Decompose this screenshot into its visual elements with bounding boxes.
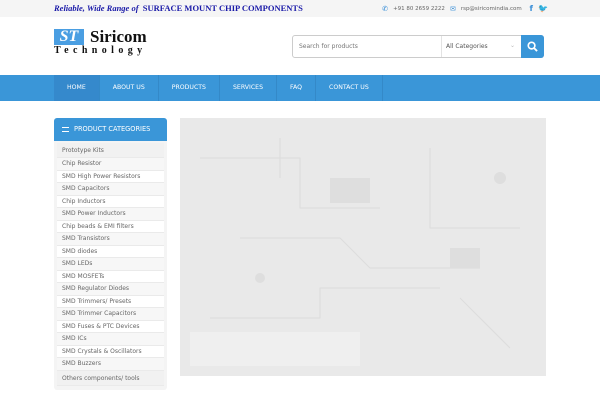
list-icon: [62, 126, 69, 132]
logo[interactable]: ST Siricom Technology: [54, 27, 154, 61]
product-categories: PRODUCT CATEGORIES Prototype Kits Chip Re…: [54, 118, 167, 390]
category-item[interactable]: SMD High Power Resistors: [57, 170, 164, 183]
nav-products[interactable]: PRODUCTS: [159, 75, 220, 101]
search-bar: All Categories⌄: [292, 35, 544, 58]
search-input[interactable]: [293, 36, 441, 57]
chevron-down-icon: ⌄: [509, 42, 515, 49]
category-item[interactable]: SMD Crystals & Oscillators: [57, 345, 164, 358]
category-item[interactable]: Prototype Kits: [57, 143, 164, 158]
category-item[interactable]: SMD Trimmer Capacitors: [57, 308, 164, 321]
category-item[interactable]: Chip Resistor: [57, 158, 164, 171]
category-item[interactable]: Chip Inductors: [57, 195, 164, 208]
category-item[interactable]: SMD Buzzers: [57, 358, 164, 371]
category-select[interactable]: All Categories ⌄: [441, 36, 521, 57]
contact-info: ✆ +91 80 2659 2222 ✉ rsp@siricomindia.com …: [382, 4, 548, 13]
main-nav: HOME ABOUT US PRODUCTS SERVICES FAQ CONT…: [0, 75, 600, 101]
category-item[interactable]: SMD diodes: [57, 245, 164, 258]
category-item[interactable]: SMD MOSFETs: [57, 270, 164, 283]
search-button[interactable]: [521, 35, 544, 58]
nav-about[interactable]: ABOUT US: [100, 75, 159, 101]
email-link[interactable]: rsp@siricomindia.com: [461, 6, 522, 12]
category-item[interactable]: SMD Power Inductors: [57, 208, 164, 221]
tagline: Reliable, Wide Range of SURFACE MOUNT CH…: [54, 3, 303, 13]
circuit-board-image: [190, 138, 520, 366]
phone-icon: ✆: [382, 4, 389, 13]
category-item[interactable]: SMD LEDs: [57, 258, 164, 271]
category-item[interactable]: SMD Fuses & PTC Devices: [57, 320, 164, 333]
facebook-icon[interactable]: f: [527, 4, 533, 13]
search-icon: [527, 41, 538, 52]
nav-services[interactable]: SERVICES: [220, 75, 278, 101]
category-item[interactable]: Others components/ tools: [57, 370, 164, 386]
logo-subtitle: Technology: [54, 45, 147, 56]
category-item[interactable]: SMD ICs: [57, 333, 164, 346]
category-item[interactable]: SMD Regulator Diodes: [57, 283, 164, 296]
category-item[interactable]: Chip beads & EMI filters: [57, 220, 164, 233]
category-item[interactable]: SMD Transistors: [57, 233, 164, 246]
top-bar: Reliable, Wide Range of SURFACE MOUNT CH…: [0, 0, 600, 17]
categories-header: PRODUCT CATEGORIES: [54, 118, 167, 141]
nav-contact[interactable]: CONTACT US: [316, 75, 383, 101]
hero-banner[interactable]: [180, 118, 546, 376]
logo-name: Siricom: [90, 27, 147, 46]
twitter-icon[interactable]: 🐦: [538, 4, 548, 13]
phone-number[interactable]: +91 80 2659 2222: [393, 6, 445, 12]
category-item[interactable]: SMD Capacitors: [57, 183, 164, 196]
category-item[interactable]: SMD Trimmers/ Presets: [57, 295, 164, 308]
logo-mark: ST: [54, 29, 84, 45]
nav-home[interactable]: HOME: [54, 75, 100, 101]
nav-faq[interactable]: FAQ: [277, 75, 316, 101]
email-icon: ✉: [449, 4, 456, 13]
